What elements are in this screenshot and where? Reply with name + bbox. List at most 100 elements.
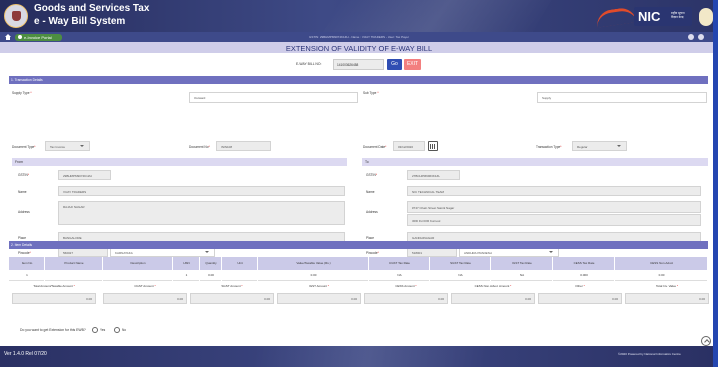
extension-no-radio[interactable] xyxy=(114,327,120,333)
item-cell: 1 xyxy=(26,273,28,277)
total-label: CESS Non.Advol. Amount * xyxy=(451,284,535,288)
mascot-icon xyxy=(699,8,713,26)
total-value-field[interactable]: 0.00 xyxy=(364,293,448,304)
extension-question: Do you want to get Extension for this EW… xyxy=(20,328,86,332)
item-column-header: SGST Tax Rate xyxy=(450,261,471,265)
total-label: Other * xyxy=(538,284,622,288)
document-no-label: Document No* xyxy=(189,145,210,149)
supply-type-field[interactable]: Outward xyxy=(189,92,358,103)
item-column-header: CESS Non.Advol xyxy=(650,261,673,265)
supply-type-label: Supply Type * xyxy=(12,91,32,95)
required-marker: * xyxy=(676,284,679,288)
from-name-field[interactable]: VIJAY TRADERS xyxy=(58,186,345,196)
header-decoration xyxy=(312,0,558,32)
from-name-label: Name xyxy=(18,190,27,194)
item-column-header: Unit xyxy=(237,261,243,265)
logout-icon[interactable] xyxy=(698,34,704,40)
item-cell: 0.00 xyxy=(208,273,214,277)
total-label: Total Inv. Value * xyxy=(625,284,709,288)
item-cell: 0.00 xyxy=(658,273,665,277)
footer-decoration xyxy=(255,346,485,367)
item-cell: 0.000 xyxy=(580,273,588,277)
transaction-type-label: Transaction Type* xyxy=(536,145,562,149)
required-marker: * xyxy=(414,284,417,288)
from-gstin-field[interactable]: 29BHMPM9074K1ZH xyxy=(58,170,111,180)
total-label-text: Other xyxy=(575,284,583,288)
from-gstin-label: GSTIN* xyxy=(18,173,29,177)
exit-button[interactable]: EXIT xyxy=(404,59,421,70)
nic-logo: NIC राष्ट्रीय सूचना विज्ञान केन्द्र xyxy=(634,7,692,26)
document-type-select[interactable]: Tax Invoice xyxy=(45,141,90,151)
required-marker: * xyxy=(153,284,156,288)
total-label-text: CESS Non.Advol. Amount xyxy=(474,284,510,288)
required-marker: * xyxy=(582,284,585,288)
login-info: GSTIN: 29BHMPM9074K1ZH - Name : VIJAY TR… xyxy=(309,35,409,39)
ewb-number-label: E-WAY BILL NO: xyxy=(296,62,322,66)
nic-logo-text: NIC xyxy=(638,9,661,24)
item-column-header: IGST Tax Rate xyxy=(512,261,532,265)
ewb-number-input[interactable]: 141003626458 xyxy=(333,59,384,70)
total-label-text: CGST Amount xyxy=(134,284,154,288)
sub-type-label: Sub Type * xyxy=(363,91,379,95)
transaction-type-select[interactable]: Regular xyxy=(572,141,627,151)
tricolor-swoosh-icon xyxy=(595,6,637,28)
item-cell: NA xyxy=(458,273,463,277)
to-place-label: Place xyxy=(366,236,374,240)
to-header: To xyxy=(362,158,708,166)
document-type-label: Document Type* xyxy=(12,145,36,149)
total-value-field[interactable]: 0.00 xyxy=(451,293,535,304)
sub-type-field[interactable]: Supply xyxy=(537,92,707,103)
extension-no-label: No xyxy=(122,328,127,332)
required-marker: * xyxy=(326,284,329,288)
copyright-label: ©2020 Powered by National Informatics Ce… xyxy=(618,352,681,356)
from-pincode-label: Pincode* xyxy=(18,251,31,255)
item-cell: NA xyxy=(397,273,402,277)
help-icon[interactable] xyxy=(688,34,694,40)
document-date-field[interactable]: 03/12/2020 xyxy=(393,141,425,151)
item-cell: 0.00 xyxy=(310,273,317,277)
scroll-to-top-icon[interactable] xyxy=(701,336,711,346)
required-marker: * xyxy=(240,284,243,288)
total-value-field[interactable]: 0.00 xyxy=(625,293,709,304)
from-address-label: Address xyxy=(18,210,30,214)
item-column-header: CGST Tax Rate xyxy=(389,261,410,265)
document-date-label: Document Date* xyxy=(363,145,387,149)
item-column-header: Product Name xyxy=(64,261,84,265)
total-label: Total Amount/Taxable Amount * xyxy=(12,284,96,288)
from-place-label: Place xyxy=(18,236,26,240)
app-header: Goods and Services Tax e - Way Bill Syst… xyxy=(0,0,718,32)
total-label: CESS Amount * xyxy=(364,284,448,288)
extension-yes-radio[interactable] xyxy=(92,327,98,333)
item-column-header: Value/Taxable Value (Rs.) xyxy=(296,261,331,265)
from-header: From xyxy=(12,158,347,166)
document-no-field[interactable]: ININ108 xyxy=(216,141,271,151)
to-address-line1-field[interactable]: #747 Chain Street Sainik Nagar xyxy=(407,201,701,213)
extension-yes-label: Yes xyxy=(100,328,106,332)
to-gstin-field[interactable]: 27BCHPM9963K1ZL xyxy=(407,170,460,180)
to-name-label: Name xyxy=(366,190,375,194)
total-value-field[interactable]: 0.00 xyxy=(190,293,274,304)
from-address-field[interactable]: RAJAJI NAGAR xyxy=(58,201,345,225)
total-label: SGST Amount * xyxy=(190,284,274,288)
calendar-icon[interactable] xyxy=(428,141,438,151)
to-pincode-label: Pincode* xyxy=(366,251,379,255)
version-label: Ver 1.4.0 Rel 07/20 xyxy=(4,351,47,357)
item-column-header: CESS Tax Rate xyxy=(573,261,595,265)
page-title: EXTENSION OF VALIDITY OF E-WAY BILL xyxy=(285,44,433,53)
total-value-field[interactable]: 0.00 xyxy=(538,293,622,304)
total-label-text: Total Amount/Taxable Amount xyxy=(33,284,73,288)
total-value-field[interactable]: 0.00 xyxy=(12,293,96,304)
to-name-field[interactable]: NIC TECHNICAL TEAM xyxy=(407,186,701,196)
to-address-line2-field[interactable]: 3RD FLOOR Kurnool xyxy=(407,214,701,226)
app-title: Goods and Services Tax xyxy=(34,3,150,14)
nic-logo-subtext: राष्ट्रीय सूचना विज्ञान केन्द्र xyxy=(671,11,685,19)
gst-emblem-icon xyxy=(4,4,28,28)
required-marker: * xyxy=(72,284,75,288)
total-value-field[interactable]: 0.00 xyxy=(103,293,187,304)
to-address-label: Address xyxy=(366,210,378,214)
app-subtitle: e - Way Bill System xyxy=(34,16,126,27)
go-button[interactable]: Go xyxy=(387,59,402,70)
item-column-header: Description xyxy=(130,261,146,265)
total-value-field[interactable]: 0.00 xyxy=(277,293,361,304)
required-marker: * xyxy=(509,284,512,288)
